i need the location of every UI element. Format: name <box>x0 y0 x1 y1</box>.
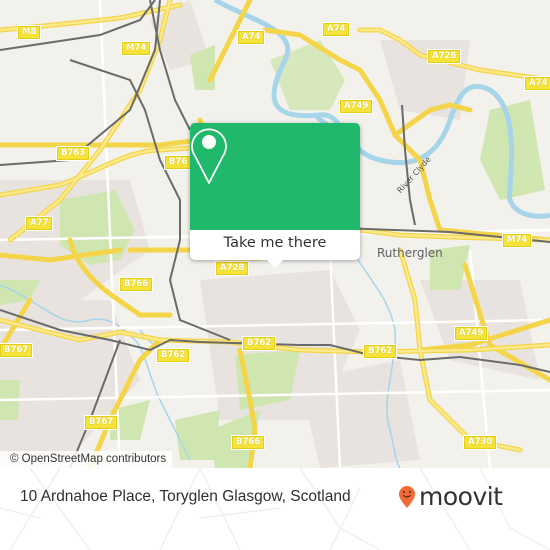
moovit-logo[interactable]: moovit <box>398 484 503 509</box>
moovit-pin-smile-icon <box>399 485 415 508</box>
road-shield-b766: B766 <box>118 277 154 292</box>
moovit-wordmark: moovit <box>419 482 503 511</box>
take-me-there-button[interactable]: Take me there <box>190 230 360 260</box>
location-pin-icon <box>191 128 227 184</box>
road-shield-m8: M8 <box>16 25 42 40</box>
road-shield-b762: B762 <box>362 344 398 359</box>
road-shield-a77: A77 <box>24 216 54 231</box>
road-shield-a730: A730 <box>462 435 498 450</box>
road-shield-a74: A74 <box>523 76 550 91</box>
road-shield-m74: M74 <box>120 41 152 56</box>
road-shield-b762: B762 <box>241 336 277 351</box>
road-shield-b767: B767 <box>0 343 34 358</box>
address-text: 10 Ardnahoe Place, Toryglen Glasgow, Sco… <box>20 488 351 505</box>
popup-header <box>190 123 360 230</box>
map-attribution[interactable]: © OpenStreetMap contributors <box>0 451 173 468</box>
road-shield-b762: B762 <box>155 348 191 363</box>
place-label-rutherglen: Rutherglen <box>377 246 443 260</box>
road-shield-m74: M74 <box>501 233 533 248</box>
footer: 10 Ardnahoe Place, Toryglen Glasgow, Sco… <box>0 468 550 550</box>
popup-tail <box>267 260 283 268</box>
road-shield-b76: B76 <box>163 155 193 170</box>
road-shield-a749: A749 <box>453 326 489 341</box>
road-shield-a74: A74 <box>236 30 266 45</box>
location-popup: Take me there <box>190 123 360 268</box>
road-shield-a728: A728 <box>214 261 250 276</box>
road-shield-b766: B766 <box>230 435 266 450</box>
road-shield-b763: B763 <box>55 146 91 161</box>
road-shield-a749: A749 <box>338 99 374 114</box>
map[interactable]: M8 M74 A74 A74 A728 A74 A749 B763 B76 A7… <box>0 0 550 468</box>
road-shield-a728: A728 <box>426 49 462 64</box>
road-shield-b767: B767 <box>83 415 119 430</box>
road-shield-a74: A74 <box>321 22 351 37</box>
